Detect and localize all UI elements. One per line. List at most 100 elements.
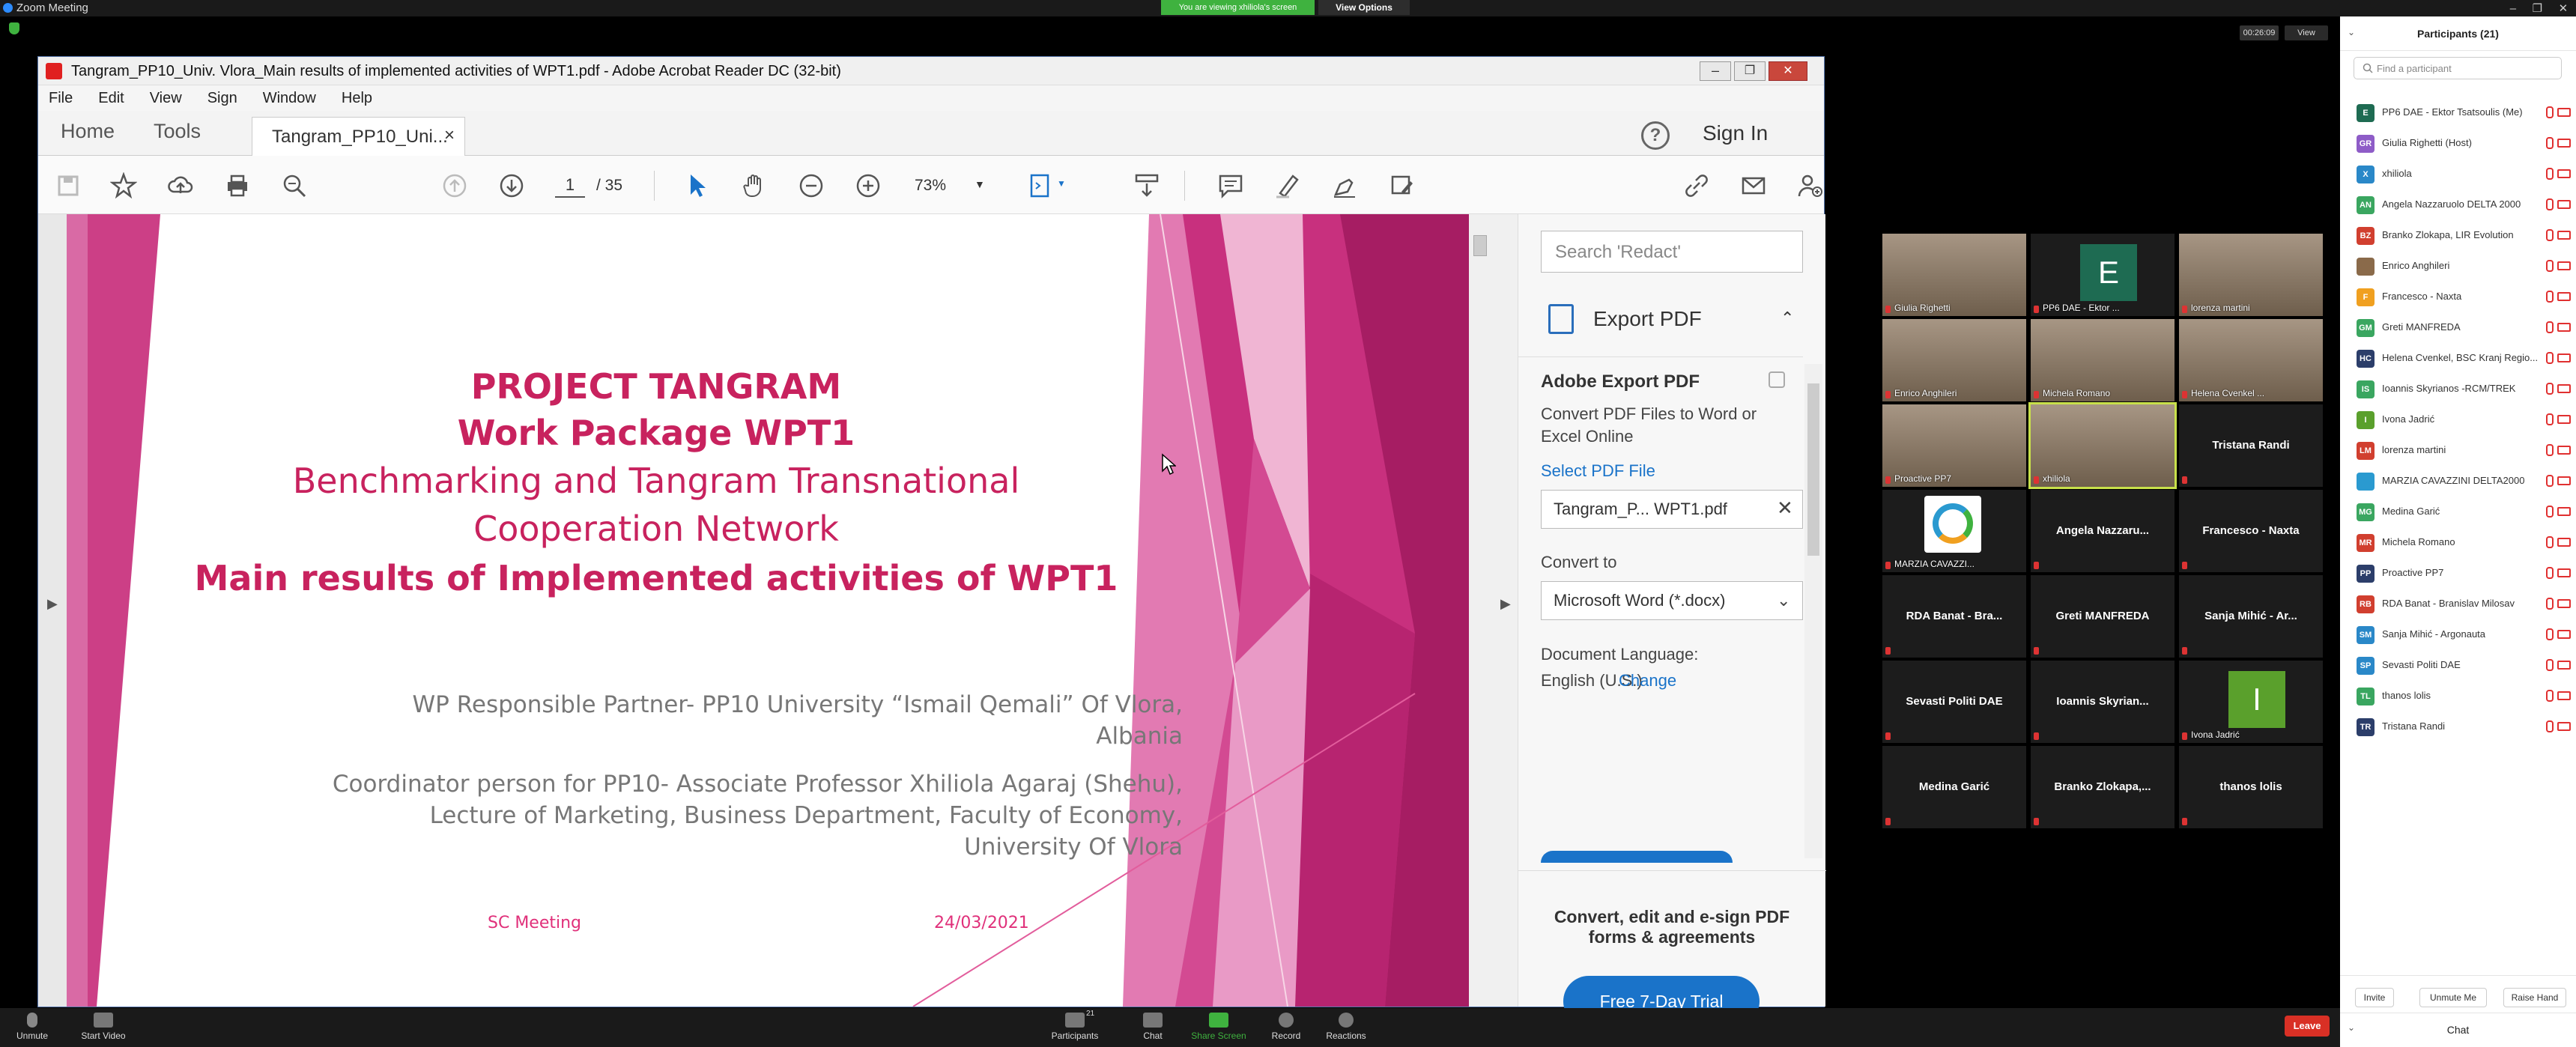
change-language-link[interactable]: Change: [1619, 671, 1676, 691]
video-tile[interactable]: lorenza martini: [2179, 234, 2323, 316]
participant-row[interactable]: F Francesco - Naxta: [2348, 282, 2572, 312]
expand-left-icon[interactable]: ▶: [47, 596, 58, 612]
participant-row[interactable]: MARZIA CAVAZZINI DELTA2000: [2348, 466, 2572, 497]
scroll-mode-icon[interactable]: [1133, 172, 1160, 199]
video-tile[interactable]: Greti MANFREDA: [2031, 575, 2175, 658]
unmute-me-button[interactable]: Unmute Me: [2419, 988, 2487, 1007]
participant-row[interactable]: SM Sanja Mihić - Argonauta: [2348, 619, 2572, 650]
link-icon[interactable]: [1683, 172, 1710, 199]
find-participant-input[interactable]: Find a participant: [2354, 57, 2562, 79]
scrollbar-thumb[interactable]: [1473, 235, 1487, 256]
zoom-in-icon[interactable]: [855, 172, 882, 199]
video-tile[interactable]: Francesco - Naxta: [2179, 490, 2323, 572]
video-tile[interactable]: E PP6 DAE - Ektor ...: [2031, 234, 2175, 316]
video-tile[interactable]: Giulia Righetti: [1882, 234, 2026, 316]
search-redact-input[interactable]: Search 'Redact': [1541, 231, 1803, 273]
view-button[interactable]: View: [2285, 25, 2328, 40]
chevron-down-icon[interactable]: ▼: [975, 178, 985, 190]
minimize-icon[interactable]: –: [2510, 2, 2516, 15]
participant-row[interactable]: HC Helena Cvenkel, BSC Kranj Regio...: [2348, 343, 2572, 374]
zoom-out-icon[interactable]: [798, 172, 825, 199]
tools-pane-scrollbar[interactable]: [1804, 364, 1822, 858]
video-tile[interactable]: RDA Banat - Bra...: [1882, 575, 2026, 658]
video-tile[interactable]: Enrico Anghileri: [1882, 319, 2026, 401]
save-icon[interactable]: [55, 172, 82, 199]
video-tile[interactable]: Michela Romano: [2031, 319, 2175, 401]
participant-row[interactable]: I Ivona Jadrić: [2348, 404, 2572, 435]
close-icon[interactable]: ✕: [2559, 1, 2569, 15]
stamp-edit-icon[interactable]: [1388, 172, 1415, 199]
email-icon[interactable]: [1740, 172, 1767, 199]
participant-row[interactable]: TR Tristana Randi: [2348, 711, 2572, 742]
tab-document[interactable]: Tangram_PP10_Uni... ×: [252, 117, 465, 156]
participant-row[interactable]: E PP6 DAE - Ektor Tsatsoulis (Me): [2348, 97, 2572, 128]
video-tile[interactable]: Branko Zlokapa,...: [2031, 746, 2175, 828]
video-tile[interactable]: MARZIA CAVAZZI...: [1882, 490, 2026, 572]
page-number-input[interactable]: 1: [555, 172, 585, 198]
video-tile[interactable]: Angela Nazzaru...: [2031, 490, 2175, 572]
menu-file[interactable]: File: [49, 90, 73, 107]
bookmark-star-icon[interactable]: [110, 172, 137, 199]
acrobat-close-icon[interactable]: ✕: [1769, 61, 1807, 81]
video-tile[interactable]: Tristana Randi: [2179, 404, 2323, 487]
sign-in-button[interactable]: Sign In: [1703, 121, 1768, 145]
participant-row[interactable]: LM lorenza martini: [2348, 435, 2572, 466]
video-tile[interactable]: Sanja Mihić - Ar...: [2179, 575, 2323, 658]
adobe-export-info-icon[interactable]: [1769, 371, 1785, 388]
page-up-icon[interactable]: [441, 172, 468, 199]
participant-row[interactable]: RB RDA Banat - Branislav Milosav: [2348, 589, 2572, 619]
print-icon[interactable]: [224, 172, 251, 199]
convert-button-partial[interactable]: [1541, 851, 1733, 863]
convert-format-select[interactable]: Microsoft Word (*.docx) ⌄: [1541, 581, 1803, 620]
menu-view[interactable]: View: [150, 90, 182, 107]
restore-icon[interactable]: ❐: [2533, 1, 2542, 15]
participants-button[interactable]: 21 Participants: [1034, 1010, 1116, 1041]
sign-pen-icon[interactable]: [1331, 172, 1358, 199]
video-tile[interactable]: Sevasti Politi DAE: [1882, 661, 2026, 743]
tab-close-icon[interactable]: ×: [444, 125, 455, 146]
fit-page-icon[interactable]: [1027, 172, 1054, 199]
participant-row[interactable]: BZ Branko Zlokapa, LIR Evolution: [2348, 220, 2572, 251]
tab-tools[interactable]: Tools: [154, 120, 201, 143]
acrobat-restore-icon[interactable]: ❐: [1734, 61, 1766, 81]
tab-home[interactable]: Home: [61, 120, 115, 143]
menu-window[interactable]: Window: [263, 90, 316, 107]
raise-hand-button[interactable]: Raise Hand: [2503, 988, 2566, 1007]
video-tile[interactable]: Medina Garić: [1882, 746, 2026, 828]
remove-file-icon[interactable]: ✕: [1777, 497, 1793, 520]
invite-button[interactable]: Invite: [2355, 988, 2394, 1007]
leave-meeting-button[interactable]: Leave: [2285, 1016, 2330, 1037]
select-cursor-icon[interactable]: [684, 172, 711, 199]
highlight-pen-icon[interactable]: [1274, 172, 1301, 199]
chat-section-header[interactable]: ⌄ Chat: [2340, 1013, 2576, 1047]
hand-tool-icon[interactable]: [741, 172, 768, 199]
participant-row[interactable]: AN Angela Nazzaruolo DELTA 2000: [2348, 189, 2572, 220]
selected-file-box[interactable]: Tangram_P... WPT1.pdf ✕: [1541, 490, 1803, 529]
video-tile[interactable]: Helena Cvenkel ...: [2179, 319, 2323, 401]
menu-help[interactable]: Help: [342, 90, 372, 107]
participant-row[interactable]: GM Greti MANFREDA: [2348, 312, 2572, 343]
comment-icon[interactable]: [1217, 172, 1244, 199]
video-tile[interactable]: Proactive PP7: [1882, 404, 2026, 487]
participant-row[interactable]: GR Giulia Righetti (Host): [2348, 128, 2572, 159]
acrobat-minimize-icon[interactable]: –: [1700, 61, 1731, 81]
reactions-button[interactable]: Reactions: [1305, 1011, 1387, 1041]
menu-edit[interactable]: Edit: [98, 90, 124, 107]
participant-row[interactable]: SP Sevasti Politi DAE: [2348, 650, 2572, 681]
video-tile[interactable]: thanos lolis: [2179, 746, 2323, 828]
participant-row[interactable]: TL thanos lolis: [2348, 681, 2572, 711]
video-tile[interactable]: Ioannis Skyrian...: [2031, 661, 2175, 743]
page-down-icon[interactable]: [498, 172, 525, 199]
zoom-level-select[interactable]: 73%: [915, 177, 946, 195]
help-icon[interactable]: ?: [1641, 121, 1670, 150]
select-pdf-file-link[interactable]: Select PDF File: [1541, 461, 1655, 481]
participant-row[interactable]: Xxhiliola: [2348, 159, 2572, 189]
upload-cloud-icon[interactable]: [167, 172, 194, 199]
zoom-search-icon[interactable]: [281, 172, 308, 199]
add-user-icon[interactable]: [1797, 172, 1824, 199]
collapse-right-icon[interactable]: ▶: [1500, 596, 1511, 612]
scrollbar-thumb[interactable]: [1807, 383, 1819, 556]
participant-row[interactable]: IS Ioannis Skyrianos -RCM/TREK: [2348, 374, 2572, 404]
participant-row[interactable]: MG Medina Garić: [2348, 497, 2572, 527]
chevron-up-icon[interactable]: ⌃: [1781, 309, 1794, 328]
